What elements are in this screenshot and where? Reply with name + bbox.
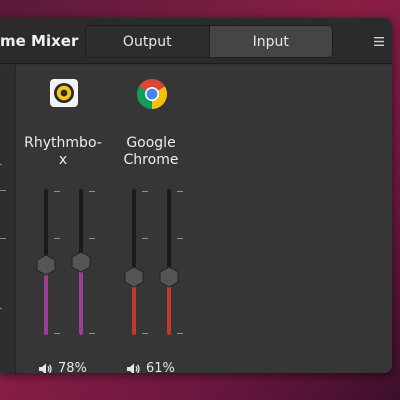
scale-tick [54,238,60,239]
scale-tick [0,238,6,239]
app-name-line: Google [126,135,176,151]
scale-tick [0,164,2,165]
rhythmbox-icon [50,79,78,111]
slider-knob[interactable] [122,265,146,289]
hamburger-menu-icon [374,36,384,46]
scale-tick [177,191,183,192]
menu-button[interactable] [366,30,392,52]
speaker-icon [127,363,140,373]
volume-percent: 78% [58,361,87,373]
scale-tick [142,238,148,239]
tab-input[interactable]: Input [208,26,332,57]
app-name-line: x [58,152,68,168]
google-chrome-icon [136,78,168,114]
master-channel-strip [0,65,16,373]
headerbar: me Mixer Output Input [0,18,392,64]
scale-tick [177,333,183,334]
chrome-volume-readout: 61% [127,361,175,373]
rhythmbox-right-volume-slider[interactable] [70,189,92,339]
output-input-switcher: Output Input [85,25,333,58]
app-name-google-chrome: Google Chrome [111,135,191,169]
chrome-left-volume-slider[interactable] [123,189,145,339]
slider-knob[interactable] [69,250,93,274]
mixer-content: Rhythmbo- x 78% Google Chrome 61% [0,65,392,373]
scale-tick [142,191,148,192]
scale-tick [0,308,2,309]
scale-tick [89,191,95,192]
scale-tick [177,238,183,239]
scale-tick [89,238,95,239]
slider-knob[interactable] [157,265,181,289]
rhythmbox-volume-readout: 78% [39,361,87,373]
slider-knob[interactable] [34,253,58,277]
scale-tick [0,190,6,191]
chrome-right-volume-slider[interactable] [158,189,180,339]
scale-tick [54,333,60,334]
app-name-line: Chrome [123,152,179,168]
rhythmbox-left-volume-slider[interactable] [35,189,57,339]
speaker-icon [39,363,52,373]
scale-tick [54,191,60,192]
scale-tick [142,333,148,334]
sound-mixer-window: me Mixer Output Input Rhythmbo- x 78% Go… [0,18,392,373]
volume-percent: 61% [146,361,175,373]
window-title: me Mixer [0,32,79,50]
app-name-line: Rhythmbo- [24,135,102,151]
app-name-rhythmbox: Rhythmbo- x [23,135,103,169]
scale-tick [89,333,95,334]
tab-output[interactable]: Output [86,26,209,57]
